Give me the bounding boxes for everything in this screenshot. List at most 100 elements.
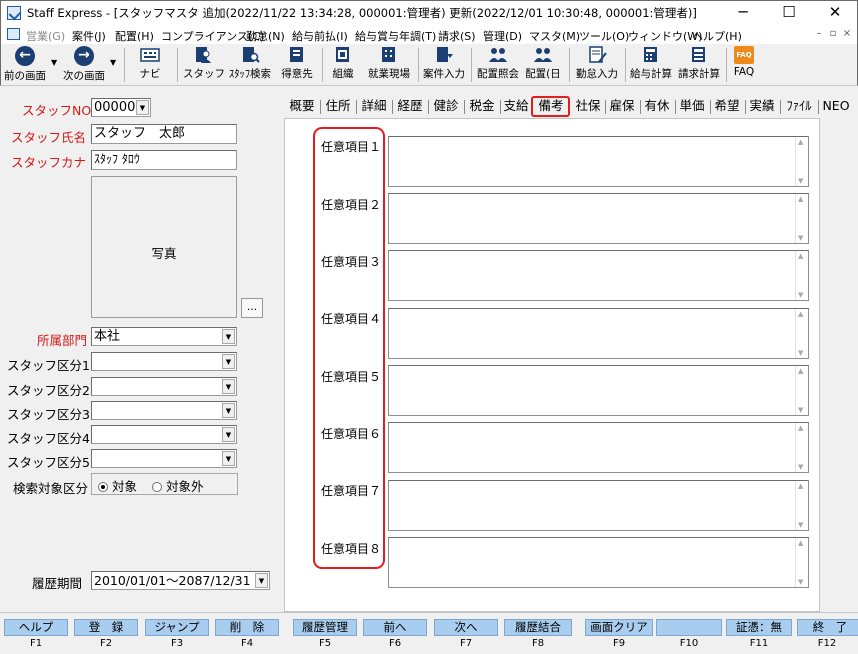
payroll-calc-button[interactable]: 給与計算: [628, 46, 674, 84]
minimize-button[interactable]: ─: [720, 0, 766, 26]
navi-button[interactable]: ナビ: [134, 46, 166, 84]
tab-health-check[interactable]: 健診: [431, 96, 461, 116]
staff-class1-select[interactable]: ▼: [91, 352, 237, 371]
chevron-down-icon[interactable]: ▼: [222, 451, 235, 466]
remark-item-3-textarea[interactable]: [388, 250, 809, 301]
tab-address[interactable]: 住所: [323, 96, 353, 116]
tab-tax[interactable]: 税金: [467, 96, 497, 116]
department-select[interactable]: 本社 ▼: [91, 327, 237, 346]
billing-calc-button[interactable]: 請求計算: [676, 46, 722, 84]
f12-exit-button[interactable]: 終 了: [797, 619, 858, 636]
f9-clear-screen-button[interactable]: 画面クリア: [585, 619, 653, 636]
staff-class2-select[interactable]: ▼: [91, 377, 237, 396]
scrollbar[interactable]: [795, 251, 808, 300]
menu-billing[interactable]: 請求(S): [438, 28, 476, 44]
prev-dropdown-icon[interactable]: ▼: [51, 58, 57, 67]
close-button[interactable]: ✕: [812, 0, 858, 26]
scrollbar[interactable]: [795, 366, 808, 415]
tab-paid-leave[interactable]: 有休: [642, 96, 672, 116]
remark-item-5-textarea[interactable]: [388, 365, 809, 416]
tab-details[interactable]: 詳細: [359, 96, 389, 116]
tab-neo[interactable]: NEO: [821, 96, 851, 116]
document-icon[interactable]: [7, 28, 20, 40]
tab-overview[interactable]: 概要: [287, 96, 317, 116]
staff-name-input[interactable]: スタッフ 太郎: [91, 124, 237, 144]
case-input-button[interactable]: 案件入力: [421, 46, 467, 84]
scrollbar[interactable]: [795, 309, 808, 358]
f11-evidence-button[interactable]: 証憑：無: [726, 619, 792, 636]
assignment-day-button[interactable]: 配置(日: [524, 46, 562, 84]
tab-files[interactable]: ﾌｧｲﾙ: [783, 96, 815, 116]
remark-item-6-textarea[interactable]: [388, 422, 809, 473]
menu-payroll[interactable]: 給与賞与年調(T): [355, 28, 436, 44]
attendance-input-button[interactable]: 勤怠入力: [574, 46, 620, 84]
tab-history[interactable]: 経歴: [395, 96, 425, 116]
assignment-inquiry-button[interactable]: 配置照会: [474, 46, 522, 84]
chevron-down-icon[interactable]: ▼: [222, 403, 235, 418]
f10-button[interactable]: [656, 619, 722, 636]
tab-unit-price[interactable]: 単価: [677, 96, 707, 116]
f8-history-merge-button[interactable]: 履歴結合: [504, 619, 572, 636]
menu-advance-pay[interactable]: 給与前払(I): [292, 28, 348, 44]
tab-employment-insurance[interactable]: 雇保: [607, 96, 637, 116]
menu-case[interactable]: 案件(J): [72, 28, 106, 44]
f5-history-manage-button[interactable]: 履歴管理: [293, 619, 357, 636]
scrollbar[interactable]: [795, 481, 808, 530]
menu-assignment[interactable]: 配置(H): [115, 28, 154, 44]
divider: [0, 612, 858, 613]
mdi-restore-button[interactable]: ▫: [826, 28, 840, 39]
f1-help-button[interactable]: ヘルプ: [4, 619, 68, 636]
scrollbar[interactable]: [795, 538, 808, 587]
staff-class3-select[interactable]: ▼: [91, 401, 237, 420]
f6-prev-button[interactable]: 前へ: [363, 619, 427, 636]
menu-attendance[interactable]: 勤怠(N): [246, 28, 285, 44]
tab-payment[interactable]: 支給: [502, 96, 530, 116]
mdi-close-button[interactable]: ×: [840, 28, 854, 39]
staff-class5-select[interactable]: ▼: [91, 449, 237, 468]
scrollbar[interactable]: [795, 137, 808, 186]
work-site-button[interactable]: 就業現場: [366, 46, 412, 84]
chevron-down-icon[interactable]: ▼: [255, 573, 268, 588]
menu-tools[interactable]: ツール(O): [579, 28, 629, 44]
remark-item-2-textarea[interactable]: [388, 193, 809, 244]
f7-next-button[interactable]: 次へ: [434, 619, 498, 636]
photo-browse-button[interactable]: ...: [241, 298, 263, 318]
chevron-down-icon[interactable]: ▼: [222, 427, 235, 442]
menu-help[interactable]: ヘルプ(H): [692, 28, 742, 44]
tab-preferences[interactable]: 希望: [712, 96, 742, 116]
history-period-select[interactable]: 2010/01/01～2087/12/31 ▼: [91, 571, 270, 590]
remark-item-1-textarea[interactable]: [388, 136, 809, 187]
search-target-on-radio[interactable]: 対象: [98, 476, 137, 495]
chevron-down-icon[interactable]: ▼: [136, 100, 149, 115]
remark-item-7-textarea[interactable]: [388, 480, 809, 531]
menu-admin[interactable]: 管理(D): [483, 28, 522, 44]
scrollbar[interactable]: [795, 423, 808, 472]
organization-button[interactable]: 組織: [327, 46, 359, 84]
f3-jump-button[interactable]: ジャンプ: [145, 619, 209, 636]
remark-item-4-textarea[interactable]: [388, 308, 809, 359]
remark-item-8-textarea[interactable]: [388, 537, 809, 588]
staff-class4-select[interactable]: ▼: [91, 425, 237, 444]
chevron-down-icon[interactable]: ▼: [222, 329, 235, 344]
client-button[interactable]: 得意先: [278, 46, 316, 84]
next-screen-button[interactable]: → 次の画面: [60, 46, 108, 84]
staff-no-select[interactable]: 000005 ▼: [91, 98, 151, 117]
mdi-minimize-button[interactable]: –: [812, 28, 826, 39]
faq-button[interactable]: FAQ FAQ: [729, 46, 759, 84]
chevron-down-icon[interactable]: ▼: [222, 379, 235, 394]
menu-sales[interactable]: 営業(G): [26, 28, 65, 44]
staff-button[interactable]: スタッフ: [183, 46, 225, 84]
staff-search-button[interactable]: ｽﾀｯﾌ検索: [226, 46, 274, 84]
f4-delete-button[interactable]: 削 除: [215, 619, 279, 636]
scrollbar[interactable]: [795, 194, 808, 243]
prev-screen-button[interactable]: ← 前の画面: [2, 46, 48, 84]
chevron-down-icon[interactable]: ▼: [222, 354, 235, 369]
f2-register-button[interactable]: 登 録: [74, 619, 138, 636]
tab-social-insurance[interactable]: 社保: [573, 96, 603, 116]
menu-master[interactable]: マスタ(M): [529, 28, 580, 44]
staff-kana-input[interactable]: ｽﾀｯﾌ ﾀﾛｳ: [91, 150, 237, 170]
tab-results[interactable]: 実績: [747, 96, 777, 116]
next-dropdown-icon[interactable]: ▼: [110, 58, 116, 67]
maximize-button[interactable]: ☐: [766, 0, 812, 26]
search-target-off-radio[interactable]: 対象外: [152, 476, 204, 495]
